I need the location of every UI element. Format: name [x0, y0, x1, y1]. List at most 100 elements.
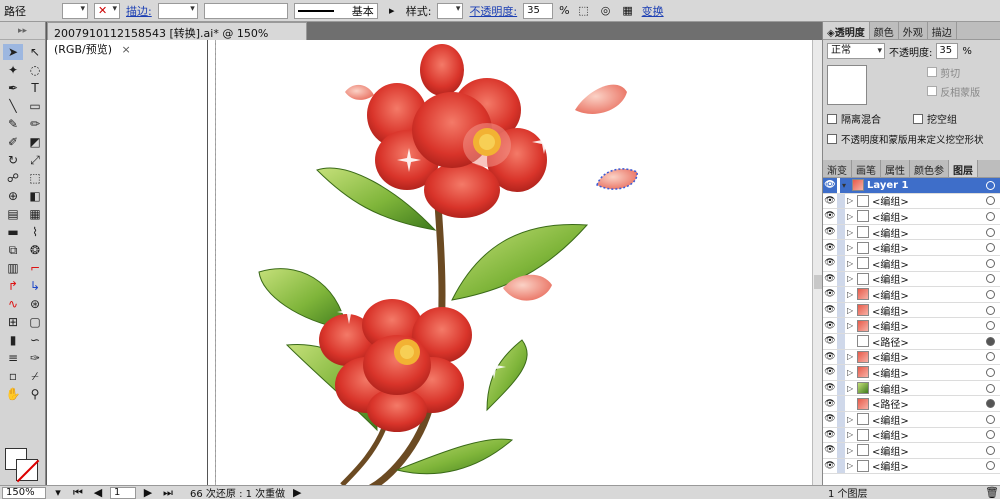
sublayer-row[interactable]: 👁 ▷ <编组> [823, 240, 1000, 256]
graph-bar-tool-icon[interactable]: ▮ [3, 332, 23, 348]
tab-brushes[interactable]: 画笔 [852, 160, 881, 177]
selection-tool-icon[interactable]: ➤ [3, 44, 23, 60]
sublayer-row[interactable]: 👁 ▷ <编组> [823, 458, 1000, 475]
tab-color[interactable]: 颜色 [870, 22, 899, 39]
tab-attributes[interactable]: 属性 [881, 160, 910, 177]
target-icon[interactable] [986, 274, 995, 284]
target-icon[interactable] [986, 321, 995, 331]
tab-stroke[interactable]: 描边 [928, 22, 957, 39]
expand-triangle-icon[interactable]: ▷ [847, 384, 857, 393]
eye-icon[interactable]: 👁 [823, 352, 837, 362]
eye-icon[interactable]: 👁 [823, 321, 837, 331]
rotate-tool-icon[interactable]: ↻ [3, 152, 23, 168]
sublayer-row[interactable]: 👁 ▷ <编组> [823, 302, 1000, 319]
zoom-icon[interactable]: ⚲ [25, 386, 45, 402]
document-tab[interactable]: 2007910112158543 [转换].ai* @ 150% (RGB/预览… [47, 22, 307, 56]
expand-triangle-icon[interactable]: ▷ [847, 274, 857, 283]
magic-wand-tool-icon[interactable]: ✦ [3, 62, 23, 78]
eye-icon[interactable]: 👁 [823, 274, 837, 284]
blob-brush-tool-icon[interactable]: ✐ [3, 134, 23, 150]
target-icon[interactable] [986, 461, 995, 471]
target-icon[interactable] [986, 414, 995, 424]
vertical-scrollbar[interactable] [812, 40, 822, 485]
eyedropper-alt-tool-icon[interactable]: ✑ [25, 350, 45, 366]
eye-icon[interactable]: 👁 [823, 196, 837, 206]
target-icon[interactable] [986, 352, 995, 362]
column-graph-tool-icon[interactable]: ▥ [3, 260, 23, 276]
variable-width-field[interactable] [203, 2, 288, 19]
eye-icon[interactable]: 👁 [823, 289, 837, 299]
eye-icon[interactable]: 👁 [823, 180, 837, 190]
hand-icon[interactable]: ✋ [3, 386, 23, 402]
first-page-icon[interactable]: ⏮ [70, 485, 86, 499]
expand-triangle-icon[interactable]: ▷ [847, 321, 857, 330]
type-tool-icon[interactable]: T [25, 80, 45, 96]
target-icon[interactable] [986, 399, 995, 409]
target-icon[interactable] [986, 289, 995, 299]
expand-triangle-icon[interactable]: ▷ [847, 306, 857, 315]
target-icon[interactable] [986, 336, 995, 346]
mesh-tool-icon[interactable]: ▦ [25, 206, 45, 222]
sublayer-row[interactable]: 👁 ▷ <编组> [823, 443, 1000, 459]
warp-tool-icon[interactable]: ☍ [3, 170, 23, 186]
zoom-field[interactable]: 150% [2, 486, 46, 499]
isolate-blending-checkbox[interactable] [827, 113, 837, 124]
slice-select-tool-icon[interactable]: ▫ [3, 368, 23, 384]
sublayer-row[interactable]: 👁 ▷ <编组> [823, 287, 1000, 303]
blend-mode-dropdown[interactable]: 正常 [827, 43, 885, 59]
sublayer-row[interactable]: 👁 <路径> [823, 333, 1000, 350]
sublayer-row[interactable]: 👁 ▷ <编组> [823, 255, 1000, 272]
eye-icon[interactable]: 👁 [823, 383, 837, 393]
shape-builder-tool-icon[interactable]: ⊕ [3, 188, 23, 204]
flower-artwork[interactable] [47, 40, 812, 485]
direct-selection-tool-icon[interactable]: ↖ [25, 44, 45, 60]
tab-transparency[interactable]: ◈透明度 [823, 22, 870, 39]
knife-tool-icon[interactable]: ⌿ [25, 368, 45, 384]
recolor-icon[interactable]: ◎ [598, 3, 614, 19]
tab-gradient[interactable]: 渐变 [823, 160, 852, 177]
transform-link[interactable]: 变换 [642, 3, 664, 19]
stroke-swatch-dropdown[interactable]: ✕ [94, 2, 120, 19]
sublayer-row[interactable]: 👁 ▷ <编组> [823, 411, 1000, 428]
graph-line-tool-icon[interactable]: ∽ [25, 332, 45, 348]
sublayer-row[interactable]: 👁 <路径> [823, 396, 1000, 412]
tab-appearance[interactable]: 外观 [899, 22, 928, 39]
stroke-color-swatch[interactable] [16, 459, 38, 481]
crop-tool-icon[interactable]: ▢ [25, 314, 45, 330]
stroke-link[interactable]: 描边: [126, 3, 152, 19]
envelope-tool-icon[interactable]: ⊞ [3, 314, 23, 330]
target-icon[interactable] [986, 211, 995, 221]
brush-menu-icon[interactable]: ▸ [384, 3, 400, 19]
zoom-tool-icon[interactable]: ∿ [3, 296, 23, 312]
target-icon[interactable] [986, 227, 995, 237]
style-dropdown[interactable] [437, 2, 464, 19]
eyedropper-tool-icon[interactable]: ⌇ [25, 224, 45, 240]
expand-triangle-icon[interactable]: ▷ [847, 243, 857, 252]
clip-checkbox[interactable] [927, 67, 937, 77]
eye-icon[interactable]: 👁 [823, 243, 837, 253]
expand-triangle-icon[interactable]: ▷ [847, 212, 857, 221]
expand-triangle-icon[interactable]: ▷ [847, 259, 857, 268]
lasso-tool-icon[interactable]: ◌ [25, 62, 45, 78]
eye-icon[interactable]: 👁 [823, 414, 837, 424]
prev-page-icon[interactable]: ◀ [90, 485, 106, 499]
status-menu-icon[interactable]: ▶ [289, 485, 305, 499]
select-similar-icon[interactable]: ⬚ [576, 3, 592, 19]
sublayer-row[interactable]: 👁 ▷ <编组> [823, 193, 1000, 210]
sublayer-row[interactable]: 👁 ▷ <编组> [823, 365, 1000, 381]
slice-tool-icon[interactable]: ↱ [3, 278, 23, 294]
opacity-field[interactable]: 35 [523, 2, 554, 19]
expand-triangle-icon[interactable]: ▷ [847, 446, 857, 455]
expand-triangle-icon[interactable]: ▷ [847, 415, 857, 424]
next-page-icon[interactable]: ▶ [140, 485, 156, 499]
rectangle-tool-icon[interactable]: ▭ [25, 98, 45, 114]
panel-opacity-field[interactable]: 35 [936, 43, 959, 59]
fill-swatch-dropdown[interactable] [62, 2, 88, 19]
align-icon[interactable]: ▦ [620, 3, 636, 19]
tab-color-guide[interactable]: 颜色参 [910, 160, 949, 177]
zoom-dropdown-icon[interactable]: ▾ [50, 485, 66, 499]
expand-triangle-icon[interactable]: ▷ [847, 196, 857, 205]
paintbrush-tool-icon[interactable]: ✎ [3, 116, 23, 132]
sublayer-row[interactable]: 👁 ▷ <编组> [823, 349, 1000, 366]
symbolism-tool-icon[interactable]: ⊛ [25, 296, 45, 312]
